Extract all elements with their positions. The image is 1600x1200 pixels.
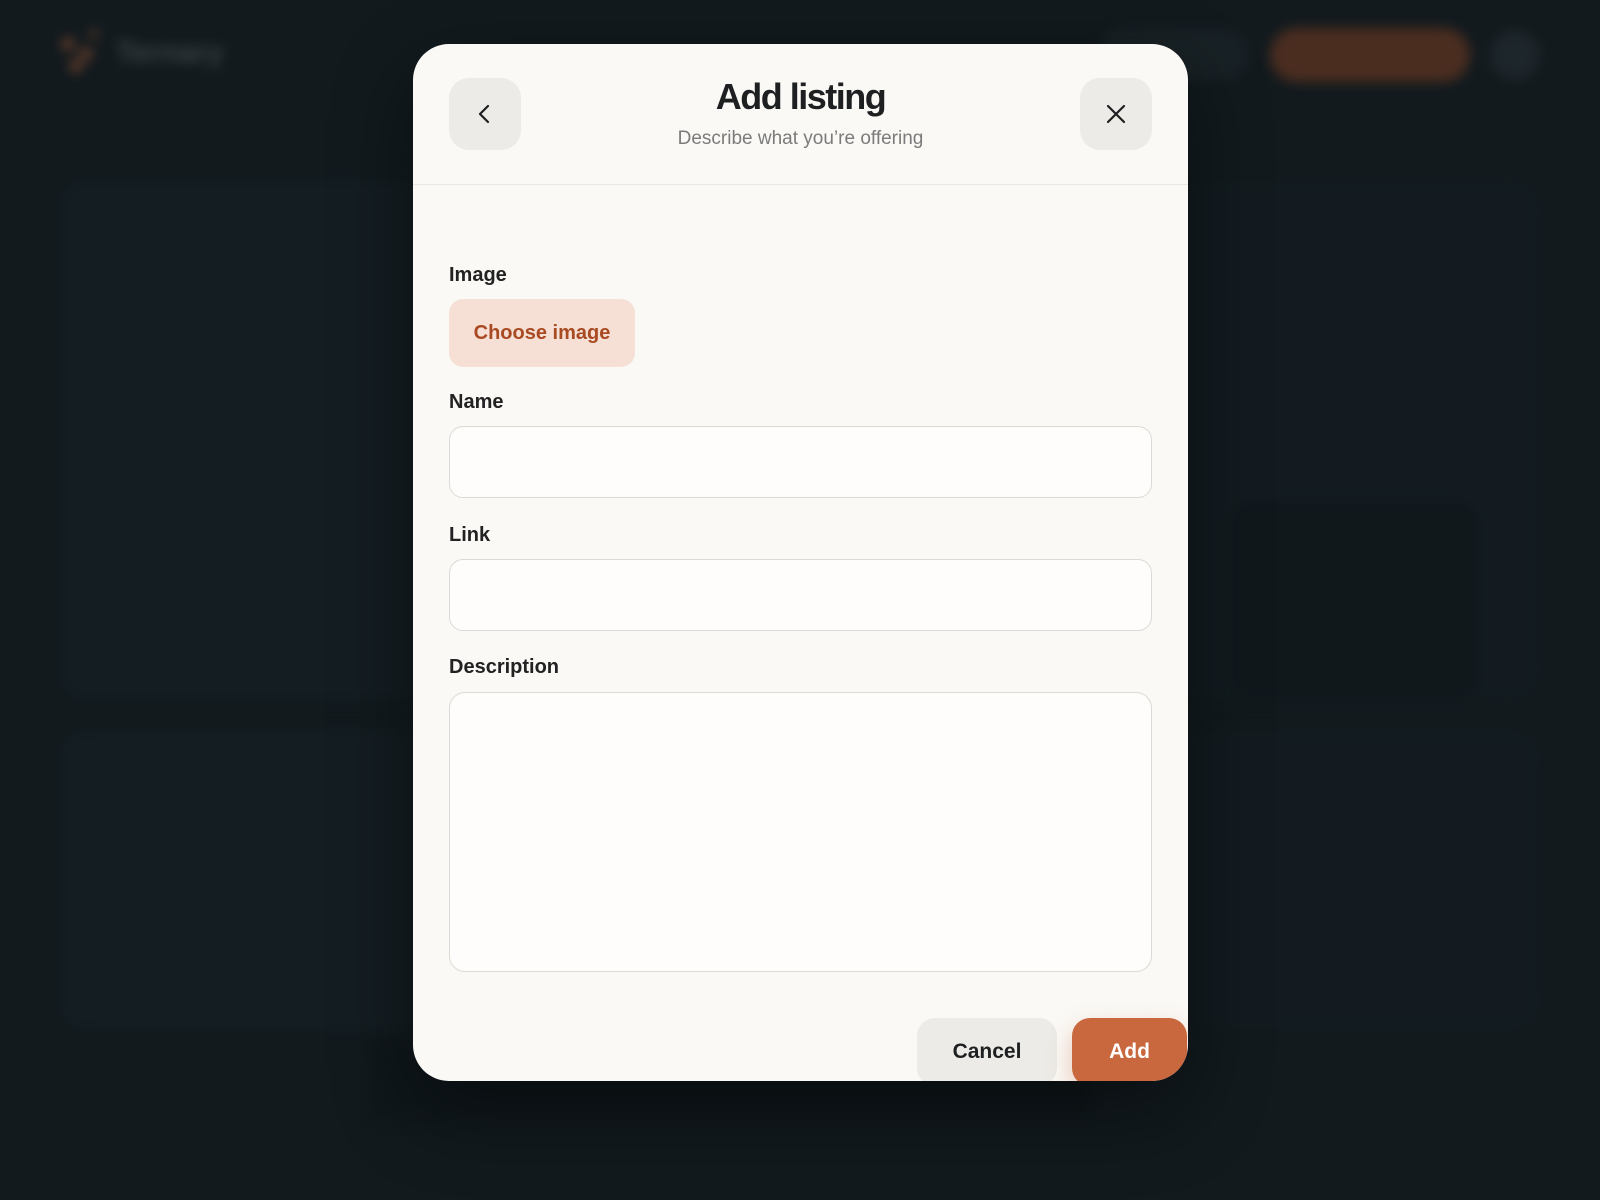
name-label: Name [449, 391, 504, 413]
close-icon [1106, 104, 1126, 124]
background-primary-button [1270, 28, 1470, 82]
dialog-title: Add listing [715, 76, 887, 117]
image-label: Image [449, 264, 507, 286]
close-button[interactable] [1080, 78, 1152, 150]
background-card [1190, 730, 1540, 1030]
background-card [1230, 500, 1480, 700]
logo-icon [58, 30, 104, 74]
description-label: Description [449, 656, 560, 678]
dialog-header: Add listing Describe what you’re offerin… [413, 44, 1188, 185]
description-field[interactable] [449, 692, 1152, 972]
cancel-button[interactable]: Cancel [917, 1018, 1057, 1081]
add-button[interactable]: Add [1072, 1018, 1187, 1081]
link-label: Link [449, 524, 491, 546]
choose-image-button[interactable]: Choose image [449, 299, 635, 367]
add-listing-dialog: Add listing Describe what you’re offerin… [413, 44, 1188, 1081]
brand-name: Ternary [116, 36, 224, 69]
dialog-subtitle: Describe what you’re offering [677, 128, 924, 149]
name-field[interactable] [449, 426, 1152, 498]
link-field[interactable] [449, 559, 1152, 631]
avatar [1490, 30, 1540, 80]
